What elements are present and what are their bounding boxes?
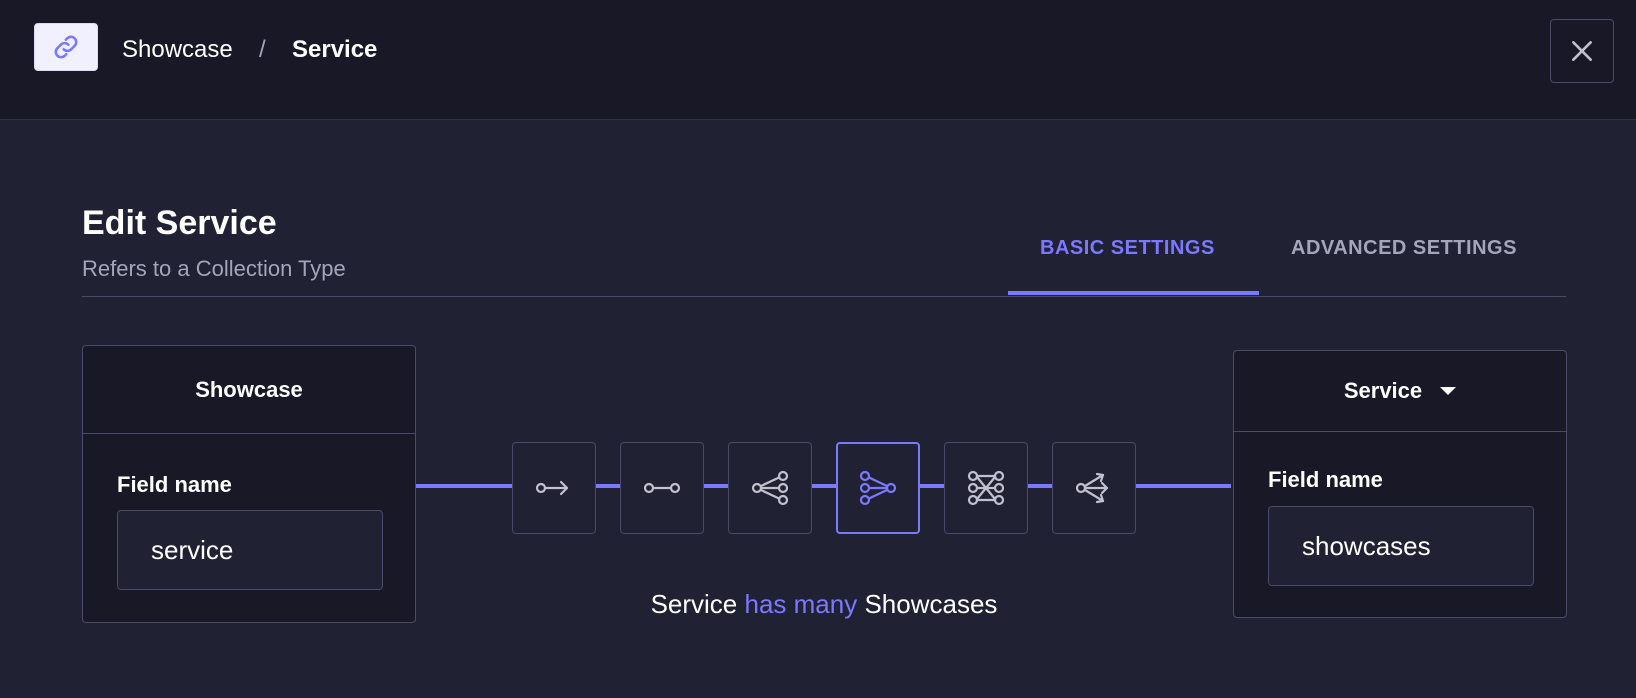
relation-one-to-one-button[interactable]: [620, 442, 704, 534]
source-field-name-label: Field name: [117, 472, 232, 497]
target-content-type-select[interactable]: Service: [1234, 351, 1566, 432]
target-content-type-card: Service Field name: [1233, 350, 1567, 618]
relation-object: Showcases: [864, 589, 998, 619]
target-field-name-input[interactable]: [1268, 506, 1534, 586]
many-to-many-icon: [967, 470, 1005, 506]
tabs-divider: [82, 296, 1566, 297]
relation-one-to-many-button[interactable]: [728, 442, 812, 534]
source-content-type-card: Showcase Field name: [82, 345, 416, 623]
modal-subtitle: Refers to a Collection Type: [82, 256, 346, 281]
relation-many-to-one-button[interactable]: [836, 442, 920, 534]
close-button[interactable]: [1550, 19, 1614, 83]
active-tab-indicator: [1008, 291, 1259, 295]
modal-header: Showcase / Service: [0, 0, 1636, 120]
source-content-type-title: Showcase: [83, 346, 415, 434]
many-to-one-icon: [859, 470, 897, 506]
relation-description: Service has many Showcases: [0, 588, 1636, 620]
one-to-one-icon: [643, 482, 681, 494]
one-to-many-icon: [751, 470, 789, 506]
relation-subject: Service: [650, 589, 738, 619]
relation-verb: has many: [744, 589, 858, 619]
source-content-type-label: Showcase: [195, 376, 303, 402]
one-way-icon: [535, 480, 569, 496]
relation-one-way-button[interactable]: [512, 442, 596, 534]
relation-many-way-button[interactable]: [1052, 442, 1136, 534]
many-way-icon: [1075, 472, 1109, 504]
caret-down-icon: [1440, 387, 1457, 395]
tab-basic-settings[interactable]: BASIC SETTINGS: [1040, 236, 1215, 260]
modal-title: Edit Service: [82, 204, 277, 242]
link-badge: [34, 23, 98, 71]
target-content-type-label: Service: [1343, 378, 1423, 403]
source-field-name-input[interactable]: [117, 510, 383, 590]
link-icon: [54, 35, 78, 59]
tab-advanced-settings[interactable]: ADVANCED SETTINGS: [1291, 236, 1517, 260]
breadcrumb-separator: /: [259, 36, 266, 63]
breadcrumb-service: Service: [292, 36, 378, 63]
target-field-name-label: Field name: [1268, 467, 1383, 492]
close-icon: [1572, 41, 1592, 61]
breadcrumb-showcase[interactable]: Showcase: [122, 36, 233, 64]
relation-many-to-many-button[interactable]: [944, 442, 1028, 534]
